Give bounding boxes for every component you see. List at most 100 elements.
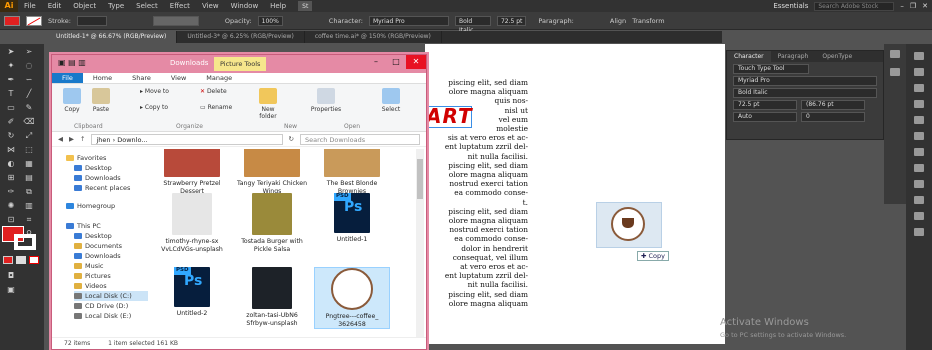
tab-paragraph[interactable]: Paragraph — [771, 51, 816, 62]
copy-to-button[interactable]: ▸ Copy to — [140, 104, 168, 111]
restore-icon[interactable]: ❐ — [910, 2, 916, 10]
none-mode-icon[interactable] — [29, 256, 39, 264]
font-family-field[interactable]: Myriad Pro — [368, 15, 449, 26]
stroke-panel-icon[interactable] — [914, 116, 924, 124]
workspace-switcher[interactable]: Essentials — [773, 2, 808, 10]
swatches-panel-icon[interactable] — [914, 68, 924, 76]
nav-item[interactable]: Recent places — [74, 183, 130, 193]
up-icon[interactable]: ↑ — [80, 135, 85, 143]
type-tool-icon[interactable]: T — [4, 88, 18, 100]
quick-access-icon[interactable]: ▣ ▤ ▥ — [58, 58, 86, 67]
nav-item[interactable]: Favorites — [66, 153, 106, 163]
align-panel-icon[interactable] — [914, 196, 924, 204]
stock-search-input[interactable]: Search Adobe Stock — [814, 1, 895, 11]
direct-selection-icon[interactable]: ➢ — [22, 46, 36, 58]
symbol-sprayer-icon[interactable]: ✺ — [4, 200, 18, 212]
refresh-icon[interactable]: ↻ — [289, 135, 294, 143]
bridge-button[interactable]: St — [298, 1, 313, 11]
libraries-panel-icon[interactable] — [890, 68, 900, 76]
transform-label[interactable]: Transform — [632, 17, 664, 25]
nav-item[interactable]: Downloads — [74, 251, 121, 261]
file-item[interactable]: The Best Blonde Brownies — [314, 149, 390, 195]
menu-object[interactable]: Object — [67, 2, 102, 10]
ribbon-tab-view[interactable]: View — [161, 73, 196, 83]
select-button[interactable]: Select — [378, 88, 404, 113]
fill-swatch[interactable] — [4, 15, 20, 26]
close-icon[interactable]: ✕ — [922, 2, 928, 10]
transparency-panel-icon[interactable] — [914, 148, 924, 156]
touch-type-tool-button[interactable]: Touch Type Tool — [733, 64, 809, 74]
panel-size-field[interactable]: 72.5 pt — [733, 100, 797, 110]
forward-icon[interactable]: ▶ — [69, 135, 74, 143]
file-list-scrollbar[interactable] — [416, 149, 424, 337]
maximize-icon[interactable]: □ — [386, 55, 406, 69]
file-item[interactable]: Pngtree---coffee_ 3626458 — [314, 267, 390, 329]
nav-item[interactable]: Local Disk (E:) — [74, 311, 131, 321]
panel-kerning-field[interactable]: Auto — [733, 112, 797, 122]
menu-select[interactable]: Select — [130, 2, 164, 10]
minimize-icon[interactable]: – — [366, 55, 386, 69]
layers-panel-icon[interactable] — [914, 212, 924, 220]
shape-builder-icon[interactable]: ◐ — [4, 158, 18, 170]
explorer-titlebar[interactable]: ▣ ▤ ▥ Downloads Picture Tools – □ ✕ — [52, 55, 426, 73]
nav-item[interactable]: Documents — [74, 241, 122, 251]
graph-tool-icon[interactable]: ▥ — [22, 200, 36, 212]
ribbon-tab-share[interactable]: Share — [122, 73, 161, 83]
properties-button[interactable]: Properties — [308, 88, 344, 113]
file-item[interactable]: PSD Ps Untitled-2 — [154, 267, 230, 318]
search-downloads-input[interactable]: Search Downloads — [300, 133, 420, 145]
rectangle-tool-icon[interactable]: ▭ — [4, 102, 18, 114]
picture-tools-tab[interactable]: Picture Tools — [214, 57, 267, 71]
menu-type[interactable]: Type — [102, 2, 130, 10]
stroke-color-swatch[interactable] — [14, 234, 36, 250]
paragraph-label[interactable]: Paragraph: — [538, 17, 573, 25]
slice-tool-icon[interactable]: ⌗ — [22, 214, 36, 226]
brushes-panel-icon[interactable] — [914, 84, 924, 92]
nav-item[interactable]: Music — [74, 261, 104, 271]
file-item[interactable]: Strawberry Pretzel Dessert — [154, 149, 230, 195]
align-label[interactable]: Align — [610, 17, 626, 25]
font-size-field[interactable]: 72.5 pt — [496, 15, 527, 26]
stroke-swatch[interactable] — [26, 15, 42, 26]
pen-tool-icon[interactable]: ✒ — [4, 74, 18, 86]
nav-item[interactable]: Desktop — [74, 163, 112, 173]
graphic-styles-panel-icon[interactable] — [914, 180, 924, 188]
new-folder-button[interactable]: New folder — [254, 88, 282, 120]
font-style-field[interactable]: Bold Italic — [454, 15, 491, 34]
rotate-tool-icon[interactable]: ↻ — [4, 130, 18, 142]
nav-item[interactable]: Videos — [74, 281, 107, 291]
symbols-panel-icon[interactable] — [914, 100, 924, 108]
scale-tool-icon[interactable]: ⤢ — [22, 130, 36, 142]
artboards-panel-icon[interactable] — [914, 228, 924, 236]
gradient-panel-icon[interactable] — [914, 132, 924, 140]
gradient-mode-icon[interactable] — [16, 256, 26, 264]
panel-leading-field[interactable]: (86.76 pt — [801, 100, 865, 110]
ribbon-tab-file[interactable]: File — [52, 73, 83, 83]
ribbon-tab-home[interactable]: Home — [83, 73, 122, 83]
art-headline[interactable]: ART — [426, 104, 473, 128]
nav-item[interactable]: CD Drive (D:) — [74, 301, 128, 311]
close-icon[interactable]: ✕ — [406, 55, 426, 69]
file-item[interactable]: PSD Ps Untitled-1 — [314, 193, 390, 244]
nav-item[interactable]: Pictures — [74, 271, 111, 281]
doc-tab-2[interactable]: Untitled-3* @ 6.25% (RGB/Preview) — [177, 31, 305, 43]
brush-definition[interactable] — [152, 15, 199, 26]
delete-button[interactable]: ✕ Delete — [200, 88, 227, 95]
menu-help[interactable]: Help — [264, 2, 292, 10]
paintbrush-icon[interactable]: ✎ — [22, 102, 36, 114]
menu-effect[interactable]: Effect — [164, 2, 196, 10]
menu-edit[interactable]: Edit — [42, 2, 68, 10]
doc-tab-1[interactable]: Untitled-1* @ 66.67% (RGB/Preview) — [46, 31, 178, 43]
path-field[interactable]: jhen › Downlo... — [91, 133, 283, 145]
color-mode-icon[interactable] — [3, 256, 13, 264]
magic-wand-icon[interactable]: ✦ — [4, 60, 18, 72]
file-item[interactable]: Tostada Burger with Pickle Salsa — [234, 193, 310, 253]
screen-mode-icon[interactable]: ▣ — [4, 284, 18, 296]
line-tool-icon[interactable]: ╱ — [22, 88, 36, 100]
menu-window[interactable]: Window — [225, 2, 265, 10]
nav-item[interactable]: This PC — [66, 221, 101, 231]
width-tool-icon[interactable]: ⋈ — [4, 144, 18, 156]
lasso-icon[interactable]: ◌ — [22, 60, 36, 72]
file-item[interactable]: timothy-rhyne-sx VvLCdVGs-unsplash — [154, 193, 230, 253]
shaper-tool-icon[interactable]: ✐ — [4, 116, 18, 128]
